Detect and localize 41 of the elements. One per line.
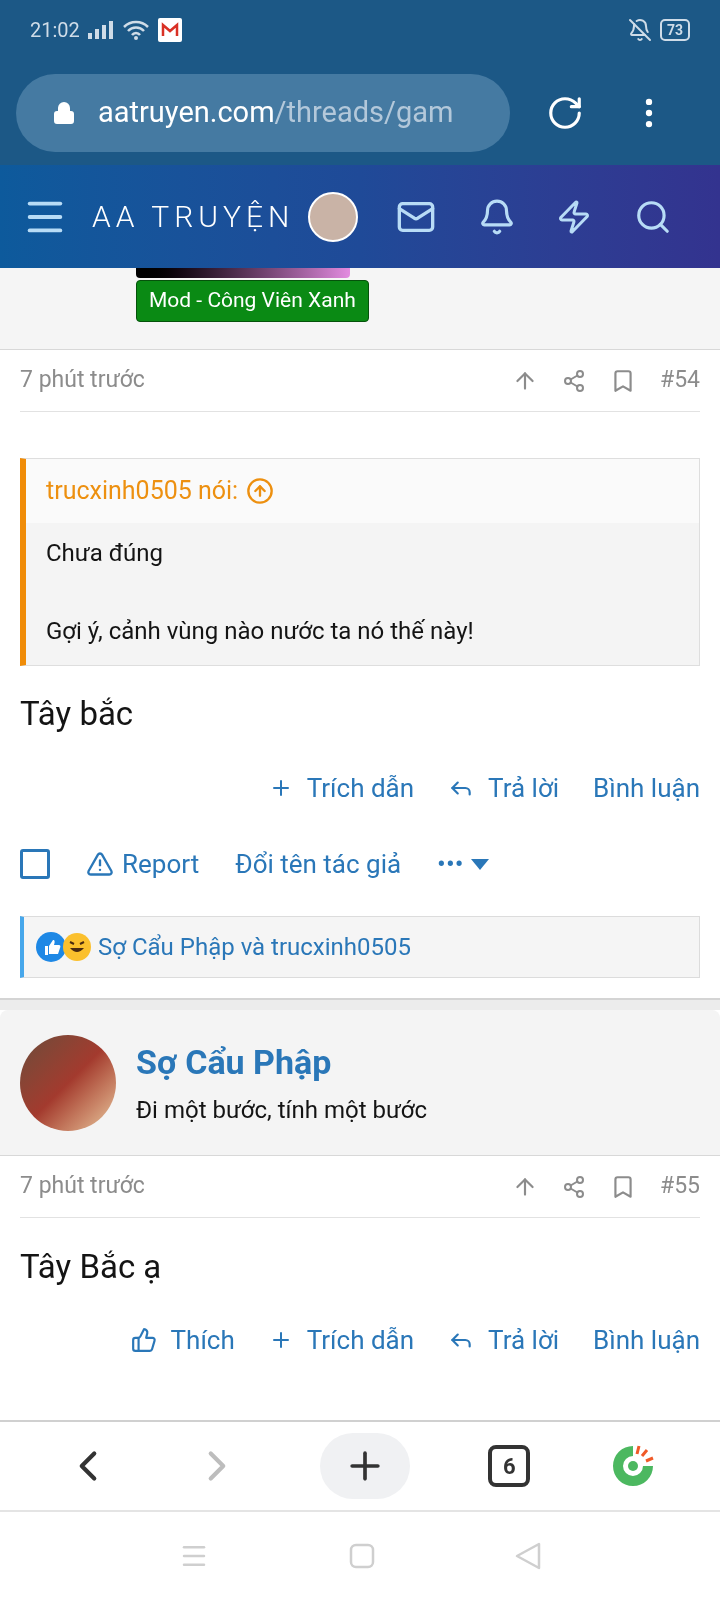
more-menu-link[interactable]: •••	[437, 844, 490, 884]
post-time[interactable]: 7 phút trước	[20, 1169, 145, 1204]
silent-icon	[627, 18, 652, 42]
status-time: 21:02	[30, 17, 80, 44]
laughing-reaction-icon	[62, 932, 92, 962]
user-badge: Mod - Công Viên Xanh	[136, 280, 369, 322]
post-action-link[interactable]: Trả lời	[448, 768, 560, 808]
address-bar[interactable]: aatruyen.com/threads/gam	[16, 73, 510, 152]
post-action-link[interactable]: Trích dẫn	[268, 1320, 415, 1360]
wifi-icon	[121, 20, 150, 40]
post-action-link[interactable]: Thích	[130, 1320, 235, 1360]
lock-icon	[52, 100, 76, 125]
quote-text: Chưa đúng	[46, 538, 164, 569]
thumbs-up-icon	[130, 1327, 157, 1353]
reaction-users-link[interactable]: Sợ Cẩu Phập và trucxinh0505	[98, 929, 412, 965]
post-tool-link[interactable]: Report	[86, 844, 200, 884]
post-time[interactable]: 7 phút trước	[20, 363, 145, 398]
post-action-link[interactable]: Bình luận	[593, 768, 700, 808]
tab-count-button[interactable]: 6	[488, 1445, 531, 1487]
post-body: Tây Bắc ạ	[20, 1246, 162, 1289]
user-title: Đi một bước, tính một bước	[136, 1095, 428, 1126]
signal-icon	[87, 21, 114, 39]
caret-icon	[471, 858, 490, 870]
share-icon[interactable]	[562, 368, 586, 393]
site-logo[interactable]: AA TRUYỆN	[92, 194, 295, 239]
warning-icon	[86, 850, 114, 878]
select-checkbox[interactable]	[20, 849, 50, 879]
post-body: Tây bắc	[20, 693, 134, 736]
user-name-link[interactable]: Sợ Cẩu Phập	[136, 1037, 428, 1088]
post-number[interactable]: #55	[660, 1169, 700, 1204]
url-text: aatruyen.com/threads/gam	[98, 93, 454, 131]
post-tool-link[interactable]: Đổi tên tác giả	[235, 844, 402, 884]
share-icon[interactable]	[562, 1174, 586, 1199]
like-reaction-icon	[36, 932, 66, 962]
quote-text: Gợi ý, cảnh vùng nào nước ta nó thế này!	[46, 616, 475, 647]
post-action-link[interactable]: Bình luận	[593, 1320, 700, 1360]
battery-indicator: 73	[659, 19, 690, 41]
post-action-link[interactable]: Trả lời	[448, 1320, 560, 1360]
mail-notification-icon	[157, 18, 182, 42]
post-number[interactable]: #54	[660, 363, 700, 398]
post-action-link[interactable]: Trích dẫn	[268, 768, 415, 808]
